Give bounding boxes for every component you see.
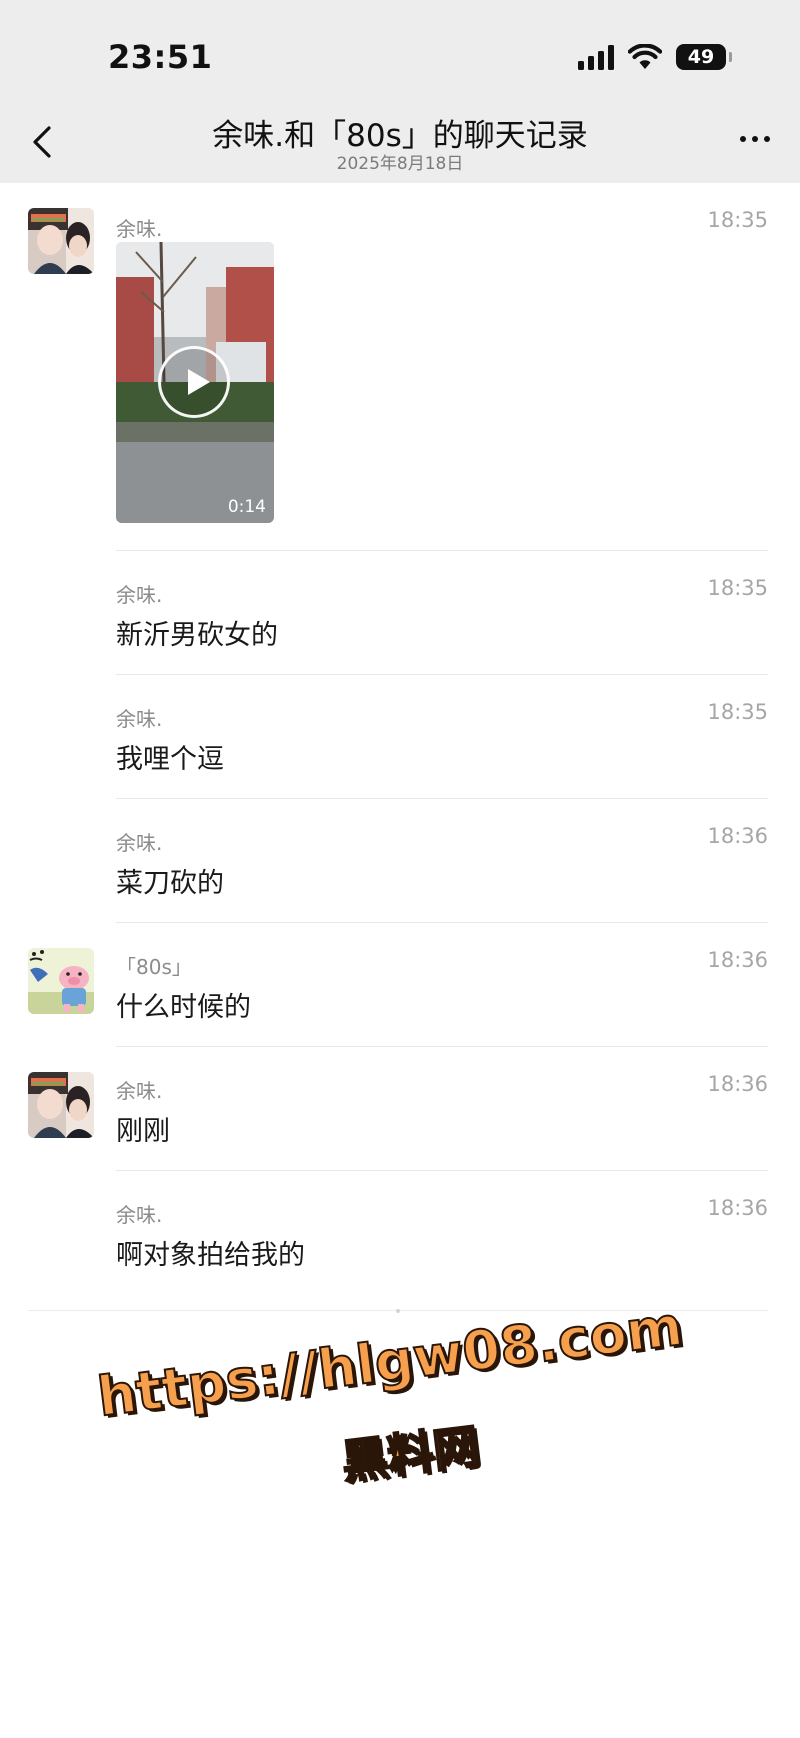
top-bar: 23:51 49 余味.和「80s」的聊天记录 2025年8月18日	[0, 0, 800, 183]
battery-icon: 49	[676, 44, 732, 70]
end-dot	[396, 1309, 400, 1313]
message-time: 18:36	[707, 1072, 768, 1096]
status-icons: 49	[578, 40, 732, 74]
message-time: 18:35	[707, 208, 768, 232]
message-text: 什么时候的	[116, 992, 251, 1023]
cellular-signal-icon	[578, 44, 614, 70]
message-text: 刚刚	[116, 1116, 170, 1147]
message-text: 新沂男砍女的	[116, 620, 278, 651]
divider	[116, 1170, 768, 1171]
avatar[interactable]	[28, 948, 94, 1014]
message-time: 18:36	[707, 948, 768, 972]
divider	[116, 922, 768, 923]
divider	[116, 1046, 768, 1047]
back-button[interactable]	[22, 120, 62, 164]
battery-level: 49	[687, 46, 715, 68]
status-time: 23:51	[108, 38, 213, 76]
message-time: 18:36	[707, 1196, 768, 1220]
sender-name: 余味.	[116, 1079, 163, 1103]
divider	[116, 798, 768, 799]
sender-name: 余味.	[116, 1203, 163, 1227]
message-text: 菜刀砍的	[116, 868, 224, 899]
avatar[interactable]	[28, 1072, 94, 1138]
message-time: 18:35	[707, 700, 768, 724]
video-thumbnail[interactable]: 0:14	[116, 242, 274, 523]
message-time: 18:36	[707, 824, 768, 848]
sender-name: 余味.	[116, 217, 163, 241]
more-button[interactable]	[740, 136, 770, 142]
sender-name: 余味.	[116, 831, 163, 855]
chevron-left-icon	[33, 126, 51, 158]
sender-name: 余味.	[116, 583, 163, 607]
divider	[116, 550, 768, 551]
sender-name: 「80s」	[116, 955, 192, 979]
chat-date: 2025年8月18日	[336, 154, 464, 174]
ellipsis-icon	[740, 136, 746, 142]
play-icon[interactable]	[158, 346, 230, 418]
avatar[interactable]	[28, 208, 94, 274]
message-text: 啊对象拍给我的	[116, 1240, 305, 1271]
message-text: 我哩个逗	[116, 744, 224, 775]
message-time: 18:35	[707, 576, 768, 600]
sender-name: 余味.	[116, 707, 163, 731]
wifi-icon	[628, 44, 662, 69]
divider	[116, 674, 768, 675]
video-duration: 0:14	[227, 497, 266, 517]
